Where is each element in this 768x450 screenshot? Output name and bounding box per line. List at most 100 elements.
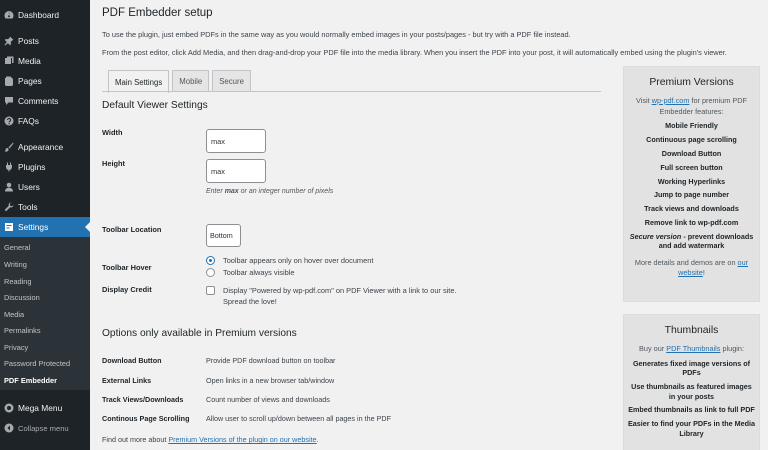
mega-menu-icon (3, 402, 15, 414)
premium-option-desc: Provide PDF download button on toolbar (206, 356, 336, 365)
collapse-icon (3, 422, 15, 434)
sidebar-item-tools[interactable]: Tools (0, 197, 90, 217)
toolbar-location-value: Bottom (210, 231, 233, 240)
find-out-more: Find out more about Premium Versions of … (102, 435, 319, 444)
collapse-menu-button[interactable]: Collapse menu (0, 418, 90, 438)
submenu-item-privacy[interactable]: Privacy (4, 343, 28, 352)
premium-box-title: Premium Versions (649, 77, 734, 88)
wp-pdf-link[interactable]: wp-pdf.com (652, 96, 690, 105)
sidebar-item-comments[interactable]: Comments (0, 91, 90, 111)
thumbnails-box: Thumbnails Buy our PDF Thumbnails plugin… (623, 314, 760, 450)
width-label: Width (102, 128, 123, 137)
thumbnail-feature: Easier to find your PDFs in the Media Li… (628, 419, 755, 438)
thumbnails-box-intro: Buy our PDF Thumbnails plugin: (639, 344, 744, 353)
premium-box-intro: Visit wp-pdf.com for premium PDF Embedde… (636, 96, 747, 116)
premium-versions-box: Premium Versions Visit wp-pdf.com for pr… (623, 66, 760, 302)
premium-options-heading: Options only available in Premium versio… (102, 328, 297, 339)
sidebar-item-pages[interactable]: Pages (0, 71, 90, 91)
sidebar-item-label: Media (18, 56, 41, 66)
sidebar-item-label: Pages (18, 76, 42, 86)
main-content: PDF Embedder setup To use the plugin, ju… (90, 0, 768, 450)
submenu-item-general[interactable]: General (4, 243, 30, 252)
toolbar-hover-label: Toolbar Hover (102, 263, 152, 272)
sidebar-item-plugins[interactable]: Plugins (0, 157, 90, 177)
page-title: PDF Embedder setup (102, 7, 213, 19)
submenu-item-password-protected[interactable]: Password Protected (4, 359, 70, 368)
display-credit-checkbox[interactable] (206, 286, 215, 295)
collapse-label: Collapse menu (18, 423, 69, 433)
sidebar-item-label: Mega Menu (18, 403, 63, 413)
premium-feature: Working Hyperlinks (657, 176, 726, 186)
submenu-item-writing[interactable]: Writing (4, 260, 27, 269)
hover-option-2-label: Toolbar always visible (223, 268, 295, 277)
default-viewer-heading: Default Viewer Settings (102, 100, 208, 111)
pdf-thumbnails-link[interactable]: PDF Thumbnails (666, 344, 720, 353)
brush-icon (3, 141, 15, 153)
sidebar-item-label: Tools (18, 202, 38, 212)
submenu-item-reading[interactable]: Reading (4, 277, 32, 286)
hover-option-1-label: Toolbar appears only on hover over docum… (223, 256, 374, 265)
sidebar-item-faqs[interactable]: FAQs (0, 111, 90, 131)
thumbnail-feature: Embed thumbnails as link to full PDF (628, 405, 755, 415)
premium-feature: Track views and downloads (644, 204, 739, 214)
hover-option-always[interactable]: Toolbar always visible (206, 268, 294, 277)
tab-mobile[interactable]: Mobile (172, 70, 210, 92)
premium-option-label: Continous Page Scrolling (102, 414, 190, 423)
pin-icon (3, 35, 15, 47)
sidebar-item-users[interactable]: Users (0, 177, 90, 197)
sidebar-item-label: FAQs (18, 116, 39, 126)
display-credit-label: Display Credit (102, 285, 152, 294)
tab-main-settings[interactable]: Main Settings (108, 70, 170, 93)
premium-option-desc: Open links in a new browser tab/window (206, 376, 335, 385)
sidebar-item-label: Appearance (18, 142, 64, 152)
width-input[interactable] (206, 129, 266, 153)
sidebar-item-appearance[interactable]: Appearance (0, 137, 90, 157)
wrench-icon (3, 201, 15, 213)
user-icon (3, 181, 15, 193)
comment-icon (3, 95, 15, 107)
premium-option-label: External Links (102, 376, 152, 385)
plug-icon (3, 161, 15, 173)
sidebar-item-settings[interactable]: Settings (0, 217, 90, 237)
settings-submenu: General Writing Reading Discussion Media… (0, 237, 90, 390)
display-credit-text: Display "Powered by wp-pdf.com" on PDF V… (223, 286, 457, 306)
media-icon (3, 55, 15, 67)
submenu-item-pdf-embedder[interactable]: PDF Embedder (4, 376, 57, 385)
thumbnail-feature: Use thumbnails as featured images in you… (631, 382, 752, 401)
radio-on-hover[interactable] (206, 256, 215, 265)
submenu-item-media[interactable]: Media (4, 310, 24, 319)
toolbar-location-label: Toolbar Location (102, 225, 162, 234)
settings-icon (3, 221, 15, 233)
sidebar-item-posts[interactable]: Posts (0, 31, 90, 51)
premium-option-desc: Count number of views and downloads (206, 395, 330, 404)
thumbnail-feature: Generates fixed image versions of PDFs (632, 358, 751, 378)
settings-tabs: Main Settings Mobile Secure (108, 70, 254, 93)
thumbnails-box-title: Thumbnails (664, 325, 719, 336)
premium-feature: Remove link to wp-pdf.com (644, 217, 739, 227)
page-icon (3, 75, 15, 87)
hover-option-on-hover[interactable]: Toolbar appears only on hover over docum… (206, 256, 373, 265)
sidebar-item-dashboard[interactable]: Dashboard (0, 5, 90, 25)
sidebar-item-mega-menu[interactable]: Mega Menu (0, 398, 90, 418)
admin-sidebar: Dashboard Posts Media Pages Comments FAQ… (0, 0, 90, 450)
premium-option-label: Download Button (102, 356, 162, 365)
intro-text-1: To use the plugin, just embed PDFs in th… (102, 30, 571, 39)
premium-feature: Jump to page number (653, 190, 730, 200)
intro-text-2: From the post editor, click Add Media, a… (102, 48, 727, 57)
sidebar-item-media[interactable]: Media (0, 51, 90, 71)
question-icon (3, 115, 15, 127)
height-label: Height (102, 159, 125, 168)
height-input[interactable] (206, 159, 266, 183)
premium-feature: Full screen button (660, 162, 723, 172)
sidebar-item-label: Plugins (18, 162, 46, 172)
submenu-item-discussion[interactable]: Discussion (4, 293, 40, 302)
sidebar-item-label: Comments (18, 96, 59, 106)
sidebar-item-label: Settings (18, 222, 49, 232)
sidebar-item-label: Posts (18, 36, 39, 46)
submenu-item-permalinks[interactable]: Permalinks (4, 326, 41, 335)
tab-divider (102, 91, 601, 92)
radio-always-visible[interactable] (206, 268, 215, 277)
tab-secure[interactable]: Secure (212, 70, 251, 92)
toolbar-location-select[interactable]: Bottom (206, 224, 241, 247)
premium-versions-link[interactable]: Premium Versions of the plugin on our we… (168, 435, 316, 444)
